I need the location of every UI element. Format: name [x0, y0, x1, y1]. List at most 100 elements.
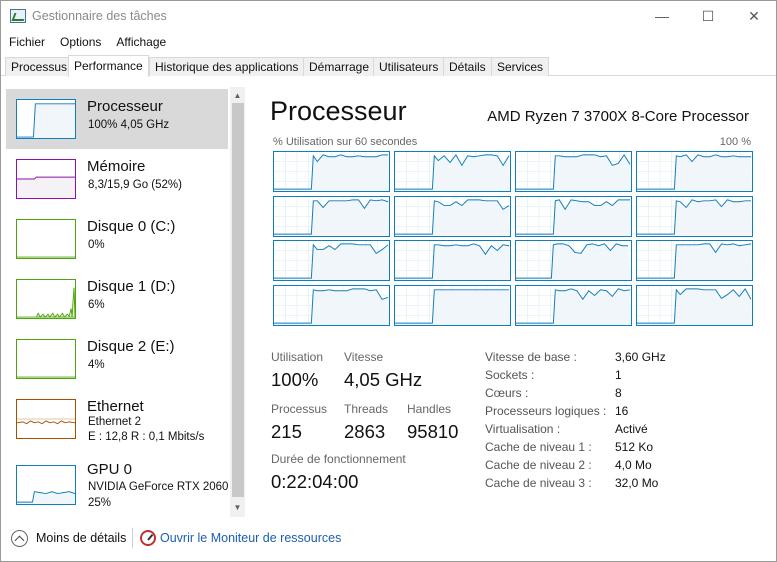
maximize-button[interactable]: ☐ [685, 1, 731, 31]
spec-label: Processeurs logiques : [485, 404, 607, 418]
spec-label: Vitesse de base : [485, 350, 577, 364]
minimize-button[interactable]: — [639, 1, 685, 31]
sidebar-item-title: Disque 2 (E:) [87, 338, 175, 355]
sidebar-item-detail: Ethernet 2 [88, 416, 142, 428]
logical-processor-graph [636, 240, 753, 281]
scroll-up-arrow-icon[interactable]: ▲ [230, 88, 245, 103]
tab-details[interactable]: Détails [443, 57, 492, 76]
sidebar-item-title: Processeur [87, 98, 163, 115]
sidebar-item-gpu[interactable]: GPU 0 NVIDIA GeForce RTX 2060 25% [6, 455, 228, 515]
spec-label: Cache de niveau 2 : [485, 458, 592, 472]
speed-label: Vitesse [344, 350, 384, 364]
spec-value: 16 [615, 404, 629, 418]
sidebar-scrollbar[interactable]: ▲ ▼ [230, 87, 245, 517]
tab-performance[interactable]: Performance [68, 55, 149, 77]
threads-label: Threads [344, 402, 389, 416]
spec-value: Activé [615, 422, 648, 436]
page-title: Processeur [270, 96, 407, 126]
spec-label: Cache de niveau 1 : [485, 440, 592, 454]
logical-processor-graphs [273, 151, 753, 326]
scrollbar-thumb[interactable] [232, 103, 244, 497]
processes-label: Processus [271, 402, 328, 416]
scroll-down-arrow-icon[interactable]: ▼ [230, 500, 245, 515]
logical-processor-graph [394, 195, 511, 237]
menu-view[interactable]: Affichage [108, 32, 173, 52]
utilisation-value: 100% [271, 369, 319, 390]
logical-processor-graph [394, 240, 511, 281]
logical-processor-graph [394, 151, 511, 192]
logical-processor-graph [273, 240, 390, 281]
logical-processor-graph [273, 195, 390, 237]
spec-value: 3,60 GHz [615, 350, 666, 364]
logical-processor-graph [515, 284, 632, 326]
logical-processor-graph [394, 284, 511, 326]
spec-value: 8 [615, 386, 622, 400]
footer-divider [132, 528, 133, 548]
sidebar-item-detail: 6% [88, 299, 105, 311]
close-button[interactable]: ✕ [731, 1, 777, 31]
tab-users[interactable]: Utilisateurs [373, 57, 445, 76]
footer: Moins de détails Ouvrir le Moniteur de r… [1, 523, 776, 561]
spec-value: 1 [615, 368, 622, 382]
menu-file[interactable]: Fichier [1, 32, 52, 52]
sidebar-item-disk-0[interactable]: Disque 0 (C:) 0% [6, 209, 228, 269]
chevron-up-circle-icon[interactable] [11, 530, 28, 547]
window-title: Gestionnaire des tâches [32, 9, 167, 23]
sidebar-item-detail-2: 25% [88, 497, 112, 509]
spec-value: 32,0 Mo [615, 476, 659, 490]
spec-label: Cœurs : [485, 386, 529, 400]
graph-max-label: 100 % [719, 136, 751, 148]
sidebar-item-disk-1[interactable]: Disque 1 (D:) 6% [6, 269, 228, 329]
sidebar-item-detail-2: E : 12,8 R : 0,1 Mbits/s [88, 431, 205, 443]
tab-bar: Processus Performance Historique des app… [1, 55, 776, 77]
sidebar-item-cpu[interactable]: Processeur 100% 4,05 GHz [6, 89, 228, 149]
uptime-label: Durée de fonctionnement [271, 452, 406, 466]
title-bar[interactable]: Gestionnaire des tâches — ☐ ✕ [1, 1, 776, 31]
resource-monitor-icon[interactable] [140, 530, 156, 546]
less-details-button[interactable]: Moins de détails [36, 531, 126, 545]
sidebar-item-title: Disque 0 (C:) [87, 218, 176, 235]
sidebar-item-detail: 100% 4,05 GHz [88, 119, 170, 131]
tab-app-history[interactable]: Historique des applications [149, 57, 305, 76]
logical-processor-graph [636, 195, 753, 237]
sidebar-item-title: GPU 0 [87, 461, 133, 478]
task-manager-app-icon [10, 9, 26, 23]
graph-caption: % Utilisation sur 60 secondes [273, 136, 418, 148]
logical-processor-graph [636, 284, 753, 326]
ethernet-thumbnail-graph [16, 399, 76, 439]
logical-processor-graph [515, 151, 632, 192]
disk-0-thumbnail-graph [16, 219, 76, 259]
memory-thumbnail-graph [16, 159, 76, 199]
speed-value: 4,05 GHz [344, 369, 423, 390]
tab-processes[interactable]: Processus [5, 57, 74, 76]
sidebar-item-detail: 8,3/15,9 Go (52%) [88, 179, 182, 191]
spec-label: Cache de niveau 3 : [485, 476, 592, 490]
gpu-thumbnail-graph [16, 465, 76, 505]
spec-value: 512 Ko [615, 440, 654, 454]
menu-bar: Fichier Options Affichage [1, 32, 776, 52]
handles-value: 95810 [407, 421, 459, 442]
sidebar-item-disk-2[interactable]: Disque 2 (E:) 4% [6, 329, 228, 389]
sidebar-item-detail: 4% [88, 359, 105, 371]
sidebar-item-ethernet[interactable]: Ethernet Ethernet 2 E : 12,8 R : 0,1 Mbi… [6, 389, 228, 449]
sidebar-item-title: Ethernet [87, 398, 144, 415]
sidebar-item-memory[interactable]: Mémoire 8,3/15,9 Go (52%) [6, 149, 228, 209]
logical-processor-graph [273, 284, 390, 326]
handles-label: Handles [407, 402, 452, 416]
utilisation-label: Utilisation [271, 350, 324, 364]
resource-list: Processeur 100% 4,05 GHz Mémoire 8,3/15,… [5, 87, 245, 517]
logical-processor-graph [515, 195, 632, 237]
menu-options[interactable]: Options [52, 32, 108, 52]
processes-value: 215 [271, 421, 302, 442]
threads-value: 2863 [344, 421, 386, 442]
cpu-model-name: AMD Ryzen 7 3700X 8-Core Processor [487, 108, 749, 125]
tab-startup[interactable]: Démarrage [303, 57, 376, 76]
logical-processor-graph [636, 151, 753, 192]
tab-services[interactable]: Services [491, 57, 550, 76]
disk-2-thumbnail-graph [16, 339, 76, 379]
sidebar-item-detail: 0% [88, 239, 105, 251]
spec-value: 4,0 Mo [615, 458, 652, 472]
open-resource-monitor-link[interactable]: Ouvrir le Moniteur de ressources [160, 531, 341, 545]
logical-processor-graph [273, 151, 390, 192]
logical-processor-graph [515, 240, 632, 281]
